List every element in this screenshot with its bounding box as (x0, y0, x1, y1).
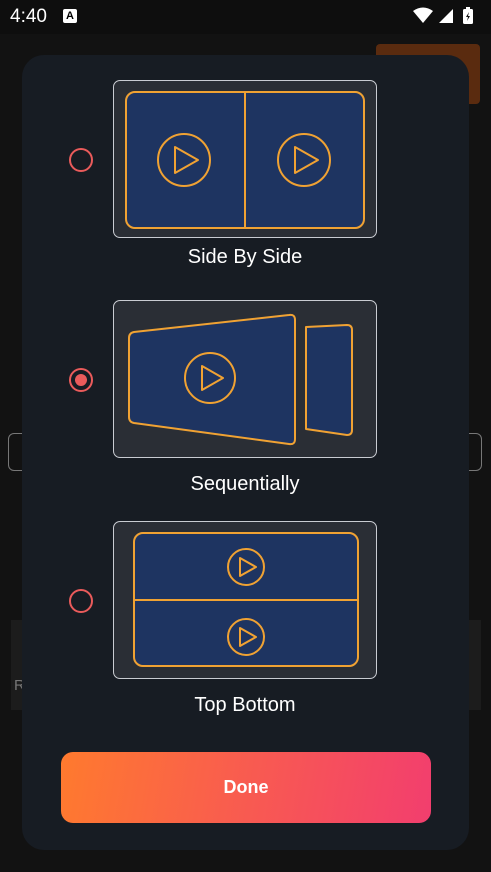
a-notification-icon: A (63, 9, 77, 23)
radio-sequentially[interactable] (69, 368, 93, 392)
layout-selection-dialog: Side By Side Sequentially Top Bottom Don… (22, 55, 469, 850)
option-side-by-side[interactable]: Side By Side (22, 80, 469, 280)
battery-icon (463, 7, 473, 24)
option-label: Top Bottom (194, 694, 296, 716)
back-panel (305, 324, 353, 436)
status-bar: 4:40 A (0, 0, 491, 34)
side-by-side-layout-icon[interactable] (113, 80, 377, 238)
option-sequentially[interactable]: Sequentially (22, 300, 469, 500)
option-label: Side By Side (187, 246, 303, 268)
top-bottom-layout-icon[interactable] (113, 521, 377, 679)
radio-selected-dot (75, 374, 87, 386)
done-button[interactable]: Done (61, 752, 431, 823)
option-label: Sequentially (190, 473, 300, 495)
option-top-bottom[interactable]: Top Bottom (22, 521, 469, 721)
wifi-icon (413, 7, 433, 23)
radio-side-by-side[interactable] (69, 148, 93, 172)
status-time: 4:40 (10, 6, 47, 27)
sequential-layout-icon[interactable] (113, 300, 377, 458)
radio-top-bottom[interactable] (69, 589, 93, 613)
front-panel (128, 313, 296, 446)
status-icons (413, 7, 473, 24)
cellular-signal-icon (439, 9, 453, 23)
